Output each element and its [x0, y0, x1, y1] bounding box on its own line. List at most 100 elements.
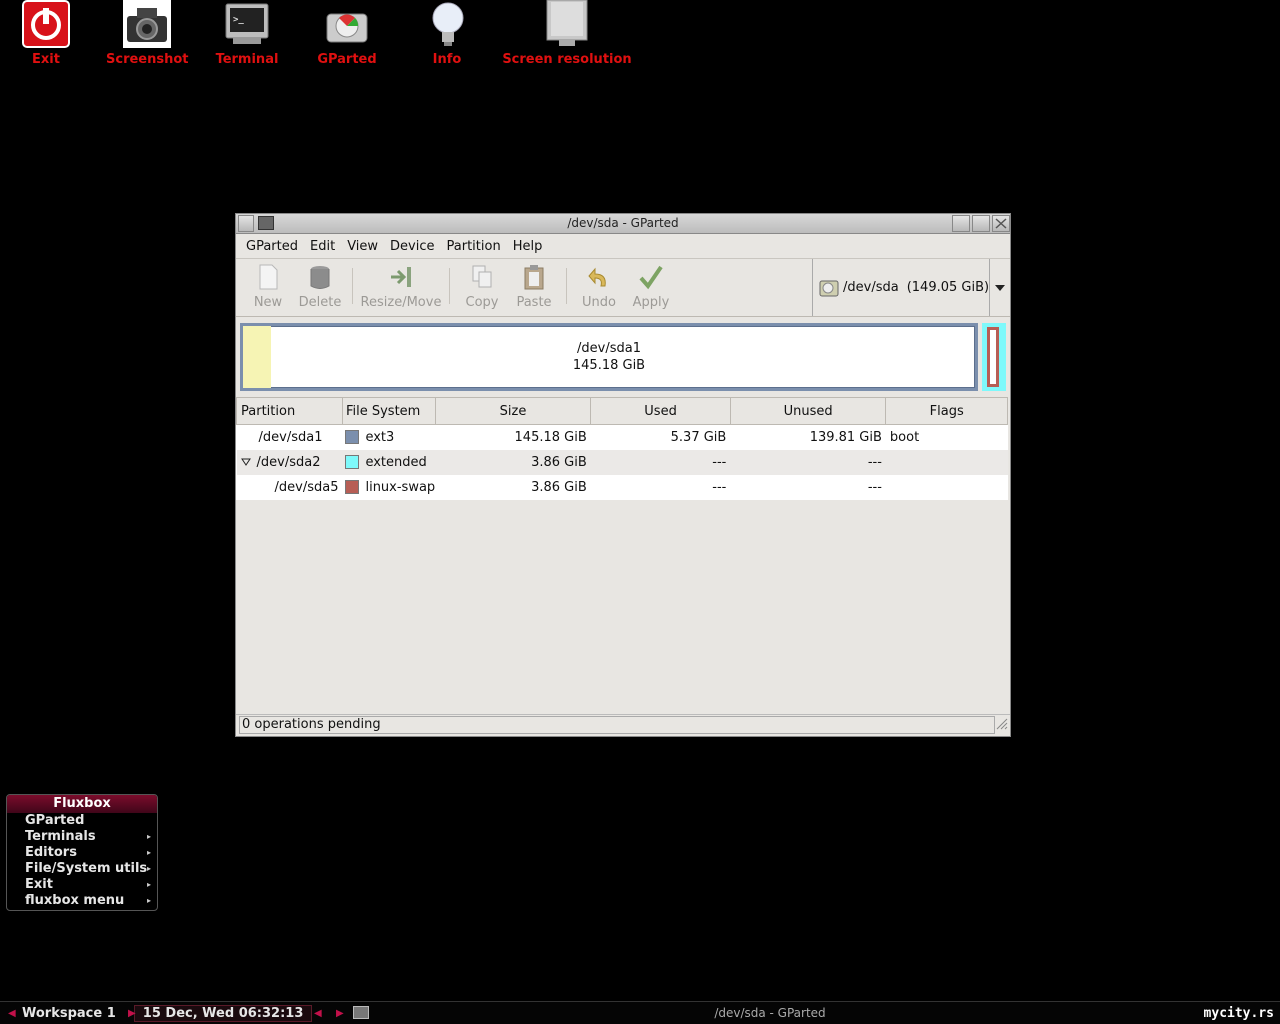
- menu-item-fluxbox-menu[interactable]: fluxbox menu ▸: [7, 893, 157, 909]
- monitor-icon: [543, 0, 591, 48]
- cell-flags: boot: [889, 429, 920, 445]
- title-bar[interactable]: /dev/sda - GParted: [236, 214, 1010, 234]
- col-size[interactable]: Size: [434, 397, 592, 425]
- menu-help[interactable]: Help: [507, 239, 549, 254]
- copy-button[interactable]: Copy: [456, 264, 508, 310]
- new-button[interactable]: New: [242, 264, 294, 310]
- desktop-info[interactable]: Info: [424, 0, 470, 67]
- camera-icon: [123, 0, 171, 48]
- close-icon: [995, 218, 1007, 229]
- graph-partition-sda1[interactable]: /dev/sda1 145.18 GiB: [240, 323, 978, 391]
- taskbar-window-title[interactable]: /dev/sda - GParted: [380, 1006, 1160, 1020]
- apply-label: Apply: [632, 295, 670, 310]
- cell-unused: ---: [867, 479, 882, 495]
- menu-item-editors[interactable]: Editors ▸: [7, 845, 157, 861]
- menu-item-terminals[interactable]: Terminals ▸: [7, 829, 157, 845]
- toolbar: New Delete Resize/Move Copy Paste Undo A…: [236, 259, 1010, 317]
- desktop-screen-resolution[interactable]: Screen resolution: [502, 0, 632, 67]
- minimize-button[interactable]: [952, 215, 970, 232]
- menu-item-gparted[interactable]: GParted: [7, 813, 157, 829]
- clipboard-icon: [522, 264, 546, 290]
- fluxbox-menu: Fluxbox GParted Terminals ▸ Editors ▸ File…: [6, 794, 158, 911]
- menu-partition[interactable]: Partition: [441, 239, 507, 254]
- graph-partition-size: 145.18 GiB: [572, 358, 646, 373]
- terminal-icon: >_: [223, 0, 271, 48]
- graph-partition-name: /dev/sda1: [577, 341, 641, 356]
- next-window-icon[interactable]: ▶: [336, 1008, 344, 1019]
- gparted-window: /dev/sda - GParted GParted Edit View Dev…: [235, 213, 1011, 737]
- status-bar: 0 operations pending: [236, 714, 1010, 736]
- fs-color-swatch: [345, 455, 360, 469]
- menu-view[interactable]: View: [341, 239, 384, 254]
- cell-filesystem: extended: [365, 454, 427, 470]
- paste-label: Paste: [516, 295, 552, 310]
- prev-window-icon[interactable]: ◀: [314, 1008, 322, 1019]
- submenu-arrow-icon: ▸: [146, 896, 151, 905]
- table-row[interactable]: /dev/sda1 ext3 145.18 GiB 5.37 GiB 139.8…: [237, 425, 1008, 450]
- cell-flags: [886, 475, 1008, 500]
- trash-icon: [308, 264, 332, 290]
- window-title: /dev/sda - GParted: [567, 216, 679, 230]
- chevron-down-icon[interactable]: [989, 259, 1010, 316]
- menu-item-label: Exit: [25, 877, 53, 892]
- submenu-arrow-icon: ▸: [146, 864, 151, 873]
- fluxbox-menu-title: Fluxbox: [7, 795, 157, 813]
- cell-unused: ---: [730, 449, 886, 475]
- col-unused[interactable]: Unused: [729, 397, 887, 425]
- desktop-screenshot[interactable]: Screenshot: [106, 0, 189, 67]
- menu-edit[interactable]: Edit: [304, 239, 341, 254]
- submenu-arrow-icon: ▸: [146, 880, 151, 889]
- table-row[interactable]: /dev/sda5 linux-swap 3.86 GiB --- ---: [237, 475, 1008, 500]
- new-document-icon: [256, 264, 280, 290]
- menu-item-label: Editors: [25, 845, 77, 860]
- cell-flags: [885, 449, 1008, 475]
- graph-partition-extended[interactable]: [982, 323, 1006, 391]
- submenu-arrow-icon: ▸: [146, 832, 151, 841]
- cell-used: ---: [712, 479, 727, 495]
- col-filesystem[interactable]: File System: [341, 397, 436, 425]
- submenu-arrow-icon: ▸: [146, 848, 151, 857]
- task-app-icon: [353, 1006, 369, 1019]
- desktop-label: Info: [432, 52, 462, 67]
- expander-icon[interactable]: [240, 455, 255, 470]
- fs-color-swatch: [345, 430, 360, 445]
- cell-used: ---: [590, 449, 731, 475]
- col-flags[interactable]: Flags: [885, 397, 1008, 425]
- table-row[interactable]: /dev/sda2 extended 3.86 GiB --- ---: [236, 449, 1008, 475]
- device-size: (149.05 GiB): [906, 280, 990, 295]
- cell-size: 145.18 GiB: [514, 429, 587, 445]
- copy-label: Copy: [465, 295, 499, 310]
- desktop-label: Screenshot: [106, 52, 189, 67]
- desktop-label: GParted: [317, 52, 377, 67]
- paste-button[interactable]: Paste: [508, 264, 560, 310]
- menu-item-exit[interactable]: Exit ▸: [7, 877, 157, 893]
- menu-gparted[interactable]: GParted: [240, 239, 304, 254]
- workspace-name[interactable]: Workspace 1: [22, 1006, 116, 1021]
- resize-icon: [389, 264, 413, 290]
- menu-bar: GParted Edit View Device Partition Help: [236, 234, 1010, 259]
- maximize-button[interactable]: [972, 215, 990, 232]
- graph-partition-swap[interactable]: [987, 327, 999, 387]
- delete-button[interactable]: Delete: [294, 264, 346, 310]
- fs-color-swatch: [345, 480, 360, 494]
- col-used[interactable]: Used: [590, 397, 731, 425]
- device-name: /dev/sda: [843, 280, 899, 295]
- undo-button[interactable]: Undo: [573, 264, 625, 310]
- device-selector[interactable]: /dev/sda (149.05 GiB): [813, 259, 1010, 316]
- partition-table: Partition File System Size Used Unused F…: [236, 397, 1008, 500]
- resize-grip-icon[interactable]: [994, 716, 1008, 734]
- cell-partition: /dev/sda5: [274, 479, 339, 495]
- desktop-gparted[interactable]: GParted: [316, 0, 378, 67]
- menu-device[interactable]: Device: [384, 239, 440, 254]
- desktop-terminal[interactable]: >_ Terminal: [214, 0, 280, 67]
- desktop-exit[interactable]: Exit: [20, 0, 72, 67]
- clock: 15 Dec, Wed 06:32:13: [133, 1004, 313, 1022]
- col-partition[interactable]: Partition: [236, 397, 343, 425]
- undo-label: Undo: [582, 295, 616, 310]
- menu-item-file-system-utils[interactable]: File/System utils ▸: [7, 861, 157, 877]
- close-button[interactable]: [992, 215, 1010, 232]
- prev-workspace-icon[interactable]: ◀: [8, 1008, 16, 1019]
- apply-button[interactable]: Apply: [625, 264, 677, 310]
- resize-move-button[interactable]: Resize/Move: [359, 264, 443, 310]
- next-workspace-icon[interactable]: ▶: [128, 1008, 136, 1019]
